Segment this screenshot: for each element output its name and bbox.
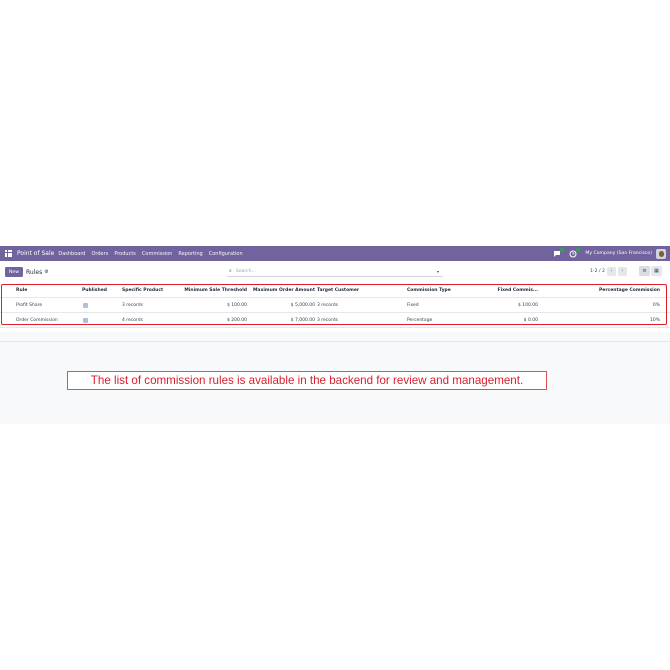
company-switcher[interactable]: My Company (San Francisco) — [585, 251, 652, 256]
search-options-caret-icon[interactable]: ▾ — [437, 269, 439, 274]
user-avatar[interactable] — [656, 248, 666, 259]
chat-badge — [560, 247, 565, 252]
search-input[interactable]: Search... — [236, 269, 256, 274]
search-icon: ⌕ — [229, 268, 232, 274]
navbar-systray: My Company (San Francisco) — [553, 246, 670, 261]
apps-menu-icon[interactable] — [5, 250, 12, 257]
control-panel: New Rules ⚙ ⌕ Search... ▾ 1-2 / 2 ‹ › ≡ … — [0, 261, 670, 283]
app-name[interactable]: Point of Sale — [17, 250, 54, 257]
menu-orders[interactable]: Orders — [91, 251, 108, 257]
pager: 1-2 / 2 ‹ › — [590, 267, 627, 276]
menu-reporting[interactable]: Reporting — [178, 251, 202, 257]
activity-clock-icon[interactable] — [569, 247, 581, 258]
menu-dashboard[interactable]: Dashboard — [58, 251, 85, 257]
pager-value[interactable]: 1-2 / 2 — [590, 269, 605, 274]
gear-icon[interactable]: ⚙ — [44, 269, 48, 275]
caption-banner: The list of commission rules is availabl… — [67, 371, 547, 390]
menu-commission[interactable]: Commission — [142, 251, 173, 257]
menu-configuration[interactable]: Configuration — [209, 251, 243, 257]
breadcrumb: Rules — [26, 268, 43, 276]
menu-products[interactable]: Products — [114, 251, 136, 257]
new-button[interactable]: New — [5, 267, 24, 277]
app-frame: Point of Sale Dashboard Orders Products … — [0, 246, 670, 424]
chat-icon[interactable] — [553, 247, 565, 258]
pager-previous-icon[interactable]: ‹ — [606, 267, 616, 276]
view-switcher: ≡ ▦ — [638, 266, 662, 276]
pager-next-icon[interactable]: › — [617, 267, 627, 276]
top-navbar: Point of Sale Dashboard Orders Products … — [0, 246, 670, 261]
list-divider — [0, 341, 670, 342]
search-bar[interactable]: ⌕ Search... ▾ — [227, 266, 443, 277]
list-view-icon[interactable]: ≡ — [639, 266, 650, 276]
activity-badge — [576, 247, 581, 252]
rules-highlight-box — [1, 284, 667, 325]
kanban-view-icon[interactable]: ▦ — [651, 266, 662, 276]
